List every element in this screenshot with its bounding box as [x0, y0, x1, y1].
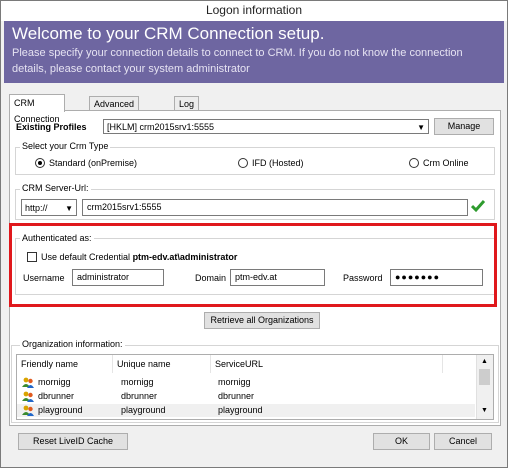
vertical-scrollbar[interactable]: ▲ ▼	[476, 355, 493, 419]
radio-ifd[interactable]	[238, 158, 248, 168]
friendly-name-cell: dbrunner	[38, 391, 75, 401]
organization-table: Friendly name Unique name ServiceURL mor…	[16, 354, 494, 420]
highlight-box	[9, 223, 497, 307]
radio-standard-label: Standard (onPremise)	[49, 158, 138, 168]
manage-button[interactable]: Manage	[434, 118, 494, 135]
service-url-cell: playground	[218, 405, 263, 415]
window-title: Logon information	[1, 1, 507, 21]
banner-text: Please specify your connection details t…	[12, 47, 463, 75]
radio-ifd-label: IFD (Hosted)	[252, 158, 304, 168]
protocol-value: http://	[25, 203, 48, 213]
protocol-select[interactable]: http:// ▼	[21, 199, 77, 216]
crm-type-legend: Select your Crm Type	[20, 141, 111, 151]
friendly-name-cell: playground	[38, 405, 83, 415]
organization-legend: Organization information:	[20, 339, 125, 349]
unique-name-cell: playground	[121, 405, 166, 415]
scroll-up-icon[interactable]: ▲	[481, 358, 488, 365]
column-unique-name[interactable]: Unique name	[113, 355, 211, 373]
column-service-url[interactable]: ServiceURL	[211, 355, 443, 373]
column-friendly-name[interactable]: Friendly name	[17, 355, 113, 373]
tab-log[interactable]: Log	[174, 96, 200, 111]
green-check-icon	[470, 199, 486, 213]
unique-name-cell: dbrunner	[121, 391, 158, 401]
cancel-button[interactable]: Cancel	[434, 433, 492, 450]
user-group-icon	[22, 391, 34, 402]
service-url-cell: mornigg	[218, 377, 251, 387]
scrollbar-thumb[interactable]	[479, 369, 490, 385]
server-url-input[interactable]: crm2015srv1:5555	[82, 199, 468, 216]
chevron-down-icon: ▼	[65, 204, 73, 213]
user-group-icon	[22, 377, 34, 388]
chevron-down-icon: ▼	[417, 123, 425, 132]
reset-liveid-cache-button[interactable]: Reset LiveID Cache	[18, 433, 128, 450]
banner-heading: Welcome to your CRM Connection setup.	[12, 24, 325, 43]
table-row[interactable]: mornigg mornigg mornigg	[17, 376, 475, 389]
friendly-name-cell: mornigg	[38, 377, 71, 387]
table-row[interactable]: playground playground playground	[17, 404, 475, 417]
welcome-banner: Welcome to your CRM Connection setup. Pl…	[4, 21, 504, 83]
unique-name-cell: mornigg	[121, 377, 154, 387]
profile-select-value: [HKLM] crm2015srv1:5555	[107, 122, 215, 132]
retrieve-organizations-button[interactable]: Retrieve all Organizations	[204, 312, 320, 329]
profile-select[interactable]: [HKLM] crm2015srv1:5555 ▼	[103, 119, 429, 134]
radio-standard[interactable]	[35, 158, 45, 168]
ok-button[interactable]: OK	[373, 433, 430, 450]
radio-crm-online[interactable]	[409, 158, 419, 168]
tab-advanced-settings[interactable]: Advanced Settings	[89, 96, 140, 123]
logon-dialog: Logon information Welcome to your CRM Co…	[0, 0, 508, 468]
scroll-down-icon[interactable]: ▼	[481, 407, 488, 414]
table-row[interactable]: dbrunner dbrunner dbrunner	[17, 390, 475, 403]
server-url-legend: CRM Server-Url:	[20, 183, 91, 193]
user-group-icon	[22, 405, 34, 416]
service-url-cell: dbrunner	[218, 391, 255, 401]
tab-crm-connection[interactable]: CRM Connection	[9, 94, 65, 124]
radio-crm-online-label: Crm Online	[423, 158, 469, 168]
